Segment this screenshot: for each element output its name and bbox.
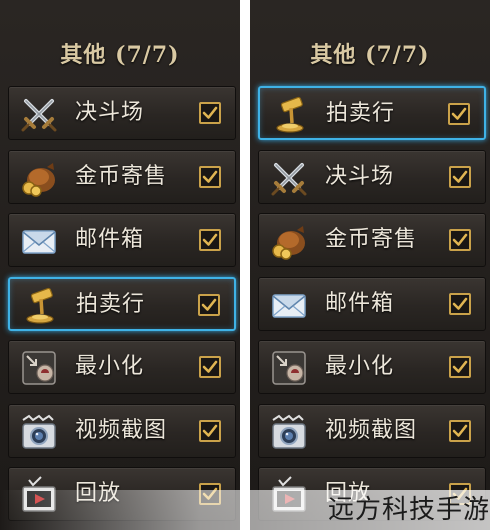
option-checkbox[interactable] <box>449 165 471 188</box>
option-label: 金币寄售 <box>75 163 168 189</box>
envelope-icon <box>269 285 309 325</box>
option-label: 回放 <box>325 481 372 506</box>
option-row[interactable]: 回放 <box>8 467 236 521</box>
option-label: 拍卖行 <box>76 291 146 317</box>
replay-icon <box>269 475 309 515</box>
checkmark-icon <box>202 106 218 119</box>
option-row[interactable]: 金币寄售 <box>8 149 236 204</box>
checkmark-icon <box>452 297 468 310</box>
option-label: 最小化 <box>325 354 395 379</box>
gavel-icon <box>270 95 310 135</box>
option-checkbox[interactable] <box>199 102 221 124</box>
checkmark-icon <box>202 360 218 373</box>
envelope-icon <box>19 221 59 261</box>
option-row[interactable]: 视频截图 <box>8 403 236 458</box>
checkmark-icon <box>452 233 468 246</box>
option-row[interactable]: 视频截图 <box>258 403 486 458</box>
option-checkbox[interactable] <box>448 103 470 125</box>
option-checkbox[interactable] <box>199 356 221 378</box>
minimize-icon <box>269 348 309 388</box>
checkmark-icon <box>451 107 467 120</box>
option-row[interactable]: 最小化 <box>258 340 486 394</box>
option-label: 金币寄售 <box>325 227 418 252</box>
option-checkbox[interactable] <box>449 483 471 505</box>
option-label: 决斗场 <box>75 100 145 125</box>
option-row[interactable]: 拍卖行 <box>8 276 236 331</box>
replay-icon <box>19 475 59 515</box>
option-row[interactable]: 邮件箱 <box>8 213 236 267</box>
camera-icon <box>269 412 309 452</box>
settings-panel-right: 其他 (7/7) 拍卖行决斗场金币寄售邮件箱最小化视频截图回放 <box>250 0 490 530</box>
option-row[interactable]: 最小化 <box>8 340 236 394</box>
checkmark-icon <box>452 424 468 437</box>
checkmark-icon <box>201 298 217 311</box>
option-list: 决斗场金币寄售邮件箱拍卖行最小化视频截图回放 <box>8 86 236 530</box>
checkmark-icon <box>202 170 218 183</box>
checkmark-icon <box>202 424 218 437</box>
option-label: 回放 <box>75 481 122 506</box>
checkmark-icon <box>452 360 468 373</box>
option-label: 决斗场 <box>325 163 395 189</box>
option-checkbox[interactable] <box>199 419 221 442</box>
coin-bag-icon <box>19 158 59 198</box>
minimize-icon <box>19 348 59 388</box>
option-label: 视频截图 <box>75 417 168 443</box>
option-label: 邮件箱 <box>75 227 145 252</box>
option-label: 拍卖行 <box>326 101 396 126</box>
checkmark-icon <box>452 170 468 183</box>
settings-panel-left: 其他 (7/7) 决斗场金币寄售邮件箱拍卖行最小化视频截图回放 <box>0 0 240 530</box>
option-label: 视频截图 <box>325 417 418 443</box>
option-row[interactable]: 回放 <box>258 467 486 521</box>
option-row[interactable]: 邮件箱 <box>258 276 486 331</box>
checkmark-icon <box>202 233 218 246</box>
option-checkbox[interactable] <box>198 293 220 316</box>
option-label: 最小化 <box>75 354 145 379</box>
panel-title: 其他 (7/7) <box>310 42 430 68</box>
option-row[interactable]: 拍卖行 <box>258 86 486 140</box>
checkmark-icon <box>452 487 468 500</box>
option-row[interactable]: 决斗场 <box>258 149 486 204</box>
option-checkbox[interactable] <box>199 229 221 251</box>
checkmark-icon <box>202 487 218 500</box>
panel-title: 其他 (7/7) <box>60 42 180 68</box>
option-checkbox[interactable] <box>449 292 471 315</box>
crossed-swords-icon <box>19 94 59 134</box>
option-checkbox[interactable] <box>449 229 471 251</box>
option-label: 邮件箱 <box>325 290 395 316</box>
crossed-swords-icon <box>269 158 309 198</box>
option-checkbox[interactable] <box>449 356 471 378</box>
option-list: 拍卖行决斗场金币寄售邮件箱最小化视频截图回放 <box>258 86 486 530</box>
camera-icon <box>19 412 59 452</box>
option-row[interactable]: 决斗场 <box>8 86 236 140</box>
coin-bag-icon <box>269 221 309 261</box>
option-row[interactable]: 金币寄售 <box>258 213 486 267</box>
option-checkbox[interactable] <box>199 483 221 505</box>
option-checkbox[interactable] <box>449 419 471 442</box>
gavel-icon <box>20 286 60 326</box>
option-checkbox[interactable] <box>199 165 221 188</box>
